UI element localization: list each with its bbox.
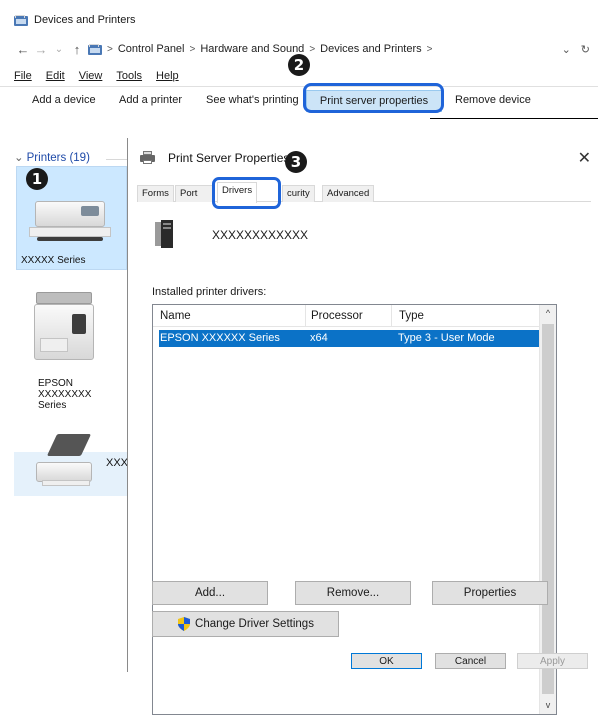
column-divider[interactable]	[305, 305, 306, 327]
print-server-properties-dialog: Print Server Properties ✕ 3 Forms Port D…	[127, 138, 598, 715]
add-driver-button[interactable]: Add...	[152, 581, 268, 605]
recent-locations-chevron-icon[interactable]: ⌄	[50, 44, 68, 55]
breadcrumb-hardware-and-sound[interactable]: Hardware and Sound	[200, 43, 304, 55]
device-label-line: EPSON	[38, 378, 74, 389]
printers-pane: ⌄ Printers (19) XXXXX Series EPSON XXXXXX…	[14, 150, 128, 496]
group-header-divider	[106, 159, 128, 160]
driver-type-cell: Type 3 - User Mode	[398, 332, 495, 344]
change-driver-settings-button[interactable]: Change Driver Settings	[152, 611, 339, 637]
device-item[interactable]: EPSON XXXXXXXX Series	[16, 288, 116, 418]
breadcrumb-control-panel[interactable]: Control Panel	[118, 43, 185, 55]
ok-label: OK	[379, 655, 394, 667]
scroll-up-arrow-icon[interactable]: ^	[540, 305, 556, 322]
apply-button[interactable]: Apply	[517, 653, 588, 669]
driver-row-selected[interactable]: EPSON XXXXXX Series x64 Type 3 - User Mo…	[159, 330, 541, 347]
installed-drivers-label: Installed printer drivers:	[152, 286, 267, 298]
up-arrow-icon[interactable]: ↑	[68, 42, 86, 57]
address-folder-icon	[88, 43, 102, 55]
forward-arrow-icon[interactable]: →	[32, 42, 50, 57]
add-device-button[interactable]: Add a device	[32, 94, 96, 106]
devices-folder-icon	[14, 14, 28, 26]
breadcrumb-separator-icon: >	[107, 43, 113, 55]
address-dropdown-chevron-icon[interactable]: ⌄	[562, 43, 571, 56]
breadcrumb-separator-icon: >	[426, 43, 433, 55]
device-label: XXXXX Series	[21, 255, 86, 266]
column-header-processor[interactable]: Processor	[311, 310, 363, 322]
window-title: Devices and Printers	[34, 14, 136, 26]
driver-properties-button[interactable]: Properties	[432, 581, 548, 605]
divider-line	[430, 118, 598, 119]
apply-label: Apply	[539, 655, 565, 667]
remove-driver-button[interactable]: Remove...	[295, 581, 411, 605]
menu-edit[interactable]: Edit	[46, 70, 65, 84]
menu-help[interactable]: Help	[156, 70, 179, 84]
printers-group-label: Printers (19)	[26, 152, 90, 164]
callout-number-1: 1	[26, 168, 48, 190]
breadcrumb-devices-and-printers[interactable]: Devices and Printers	[320, 43, 422, 55]
collapse-chevron-icon[interactable]: ⌄	[14, 152, 24, 164]
ok-button[interactable]: OK	[351, 653, 422, 669]
device-label: XXX	[106, 457, 129, 469]
scrollbar-thumb[interactable]	[542, 324, 554, 694]
command-bar: Add a device Add a printer See what's pr…	[0, 86, 598, 114]
menu-tools[interactable]: Tools	[116, 70, 142, 84]
column-divider[interactable]	[391, 305, 392, 327]
callout-highlight-box	[303, 83, 444, 113]
printer-icon	[29, 193, 115, 251]
dialog-title: Print Server Properties	[168, 151, 290, 165]
scroll-down-arrow-icon[interactable]: v	[540, 697, 556, 714]
see-whats-printing-button[interactable]: See what's printing	[206, 94, 299, 106]
printer-icon	[32, 288, 100, 368]
tab-ports[interactable]: Port	[175, 185, 213, 202]
tab-advanced[interactable]: Advanced	[322, 185, 375, 202]
change-driver-settings-label: Change Driver Settings	[195, 618, 314, 630]
menu-bar: File Edit View Tools Help	[14, 70, 179, 84]
explorer-title-bar: Devices and Printers	[14, 12, 136, 28]
add-printer-button[interactable]: Add a printer	[119, 94, 182, 106]
dialog-title-bar[interactable]: Print Server Properties ✕	[128, 138, 598, 172]
callout-number-2: 2	[288, 54, 310, 76]
remove-device-button[interactable]: Remove device	[455, 94, 531, 106]
driver-properties-label: Properties	[463, 587, 517, 599]
tab-forms[interactable]: Forms	[137, 185, 174, 202]
tab-strip: Forms Port Drivers curity Advanced	[137, 182, 591, 203]
breadcrumb-separator-icon: >	[309, 43, 316, 55]
callout-number-3: 3	[285, 151, 307, 173]
breadcrumb-separator-icon: >	[189, 43, 196, 55]
refresh-icon[interactable]: ↻	[581, 43, 590, 56]
device-label-line: Series	[38, 400, 67, 411]
server-name: XXXXXXXXXXXX	[212, 228, 309, 242]
device-item[interactable]: XXX	[14, 426, 128, 496]
driver-name-cell: EPSON XXXXXX Series	[160, 332, 280, 344]
device-label-line: XXXXXXXX	[38, 389, 92, 400]
cancel-button[interactable]: Cancel	[435, 653, 506, 669]
back-arrow-icon[interactable]: ←	[14, 42, 32, 57]
printer-icon	[34, 434, 100, 490]
callout-highlight-box	[212, 177, 281, 209]
server-icon	[155, 220, 173, 248]
driver-processor-cell: x64	[310, 332, 328, 344]
menu-view[interactable]: View	[79, 70, 103, 84]
cancel-label: Cancel	[454, 655, 487, 667]
uac-shield-icon	[178, 617, 191, 631]
menu-file[interactable]: File	[14, 70, 32, 84]
printers-group-header[interactable]: ⌄ Printers (19)	[14, 150, 90, 164]
column-header-type[interactable]: Type	[399, 310, 424, 322]
remove-driver-label: Remove...	[326, 587, 380, 599]
list-header: Name Processor Type	[153, 305, 541, 327]
close-icon[interactable]: ✕	[578, 148, 591, 168]
printer-icon	[140, 151, 155, 164]
tab-security[interactable]: curity	[282, 185, 315, 202]
column-header-name[interactable]: Name	[160, 310, 191, 322]
add-driver-label: Add...	[194, 587, 226, 599]
